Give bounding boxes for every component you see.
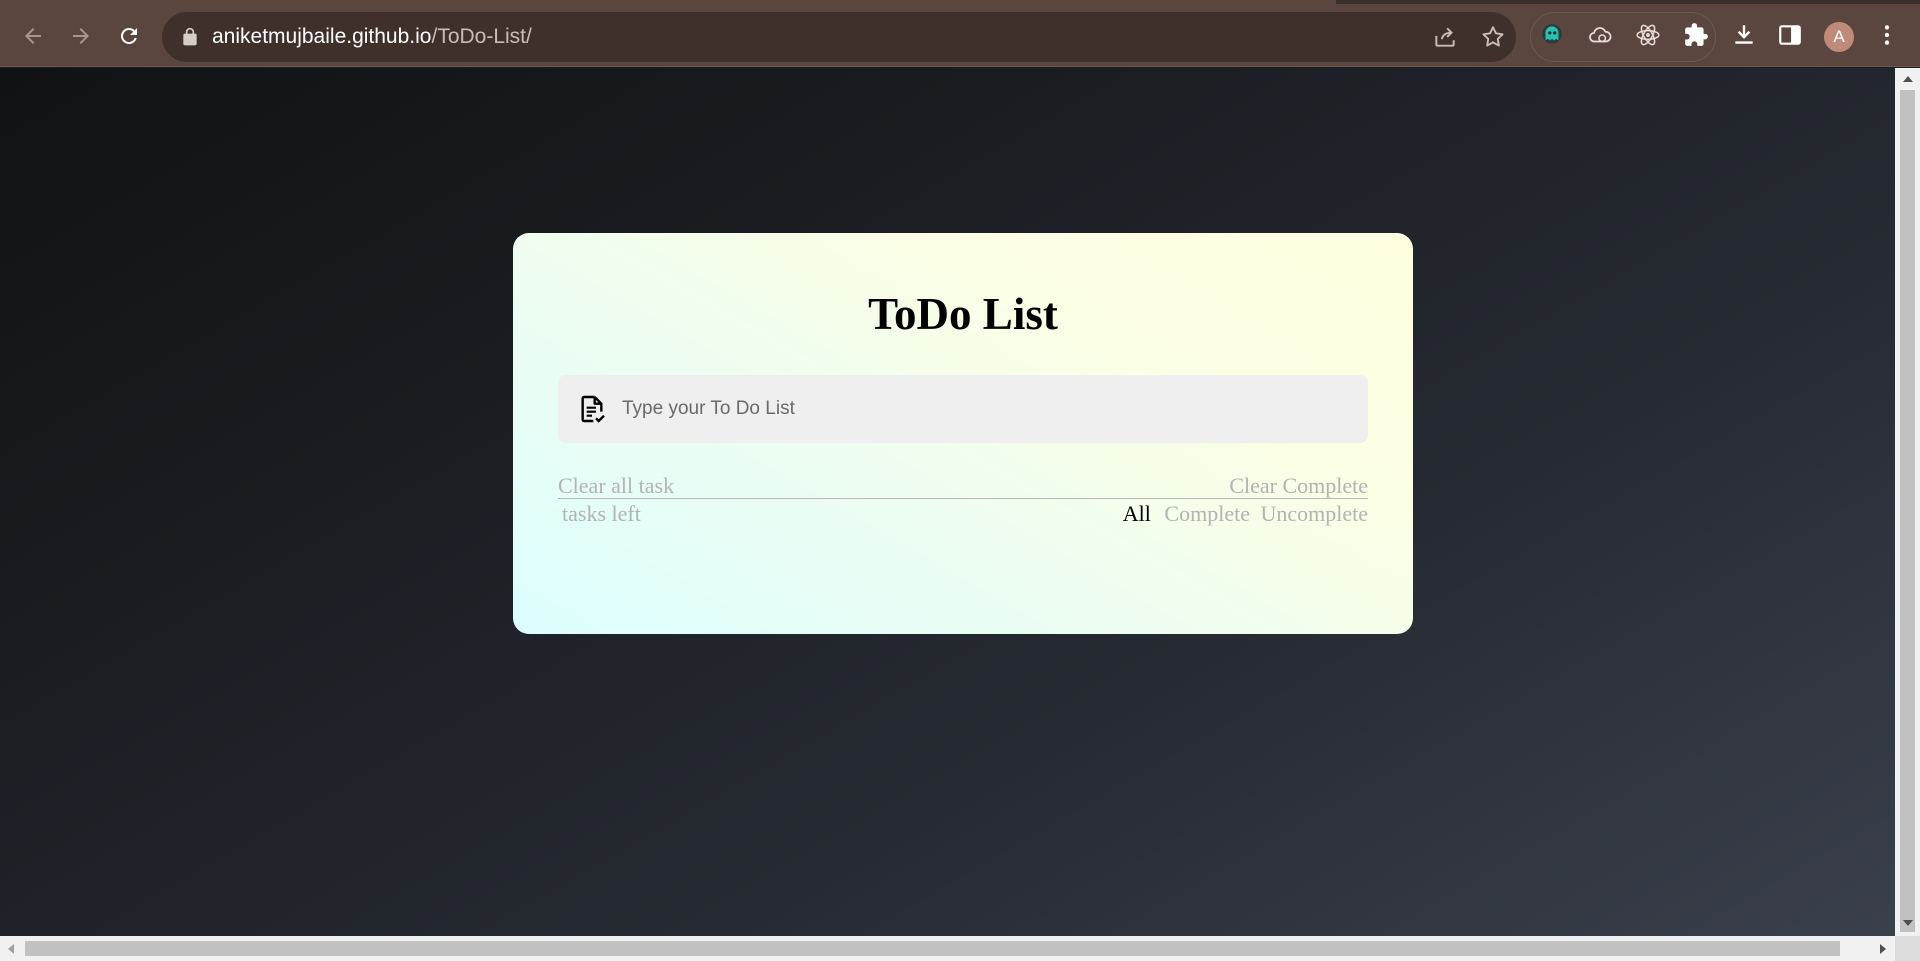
- vertical-scrollbar[interactable]: [1895, 68, 1920, 936]
- scroll-up-arrow[interactable]: [1903, 76, 1913, 82]
- todo-input[interactable]: [620, 389, 1350, 429]
- arrow-right-icon: [73, 28, 89, 44]
- reload-icon: [121, 28, 137, 44]
- address-bar[interactable]: aniketmujbaile.github.io/ToDo-List/: [162, 12, 1516, 62]
- download-icon[interactable]: [1730, 21, 1758, 49]
- clear-complete-button[interactable]: Clear Complete: [1229, 473, 1368, 499]
- reload-button[interactable]: [112, 19, 146, 53]
- url-host: aniketmujbaile.github.io: [212, 25, 432, 48]
- scroll-left-arrow[interactable]: [8, 944, 14, 954]
- profile-avatar[interactable]: A: [1824, 22, 1854, 52]
- kebab-menu-icon[interactable]: [1873, 21, 1901, 49]
- star-icon[interactable]: [1480, 24, 1506, 50]
- filter-uncomplete[interactable]: Uncomplete: [1260, 501, 1368, 526]
- filter-group: All Complete Uncomplete: [1115, 501, 1368, 527]
- url-text[interactable]: aniketmujbaile.github.io/ToDo-List/: [212, 25, 532, 49]
- task-controls: Clear all task Clear Complete tasks left…: [558, 473, 1368, 529]
- forward-button[interactable]: [64, 19, 98, 53]
- ghost-extension-icon[interactable]: [1538, 21, 1566, 49]
- tasks-left-counter: tasks left: [562, 501, 641, 526]
- back-button[interactable]: [16, 19, 50, 53]
- url-path: /ToDo-List/: [431, 25, 532, 48]
- page-title: ToDo List: [868, 289, 1058, 339]
- vertical-scroll-thumb[interactable]: [1900, 90, 1915, 932]
- filter-row: tasks left All Complete Uncomplete: [558, 499, 1368, 529]
- document-check-icon: [581, 395, 605, 423]
- clear-all-button[interactable]: Clear all task: [558, 473, 674, 499]
- page-viewport: ToDo List Clear all task Clear Complete …: [0, 68, 1895, 936]
- filter-all[interactable]: All: [1123, 501, 1151, 526]
- todo-input-container[interactable]: [558, 375, 1368, 443]
- cloud-extension-icon[interactable]: [1586, 21, 1614, 49]
- horizontal-scroll-thumb[interactable]: [25, 941, 1840, 956]
- scroll-right-arrow[interactable]: [1880, 944, 1886, 954]
- horizontal-scrollbar[interactable]: [0, 936, 1895, 961]
- todo-card: ToDo List Clear all task Clear Complete …: [513, 233, 1413, 634]
- scrollbar-corner: [1895, 936, 1920, 961]
- puzzle-icon[interactable]: [1682, 21, 1710, 49]
- filter-complete[interactable]: Complete: [1164, 501, 1250, 526]
- react-devtools-icon[interactable]: [1634, 21, 1662, 49]
- clear-controls-row: Clear all task Clear Complete: [558, 473, 1368, 499]
- lock-icon[interactable]: [180, 27, 200, 47]
- arrow-left-icon: [25, 28, 41, 44]
- scroll-down-arrow[interactable]: [1903, 920, 1913, 926]
- share-icon[interactable]: [1432, 24, 1458, 50]
- side-panel-icon[interactable]: [1776, 21, 1804, 49]
- browser-toolbar: aniketmujbaile.github.io/ToDo-List/ A: [0, 4, 1920, 67]
